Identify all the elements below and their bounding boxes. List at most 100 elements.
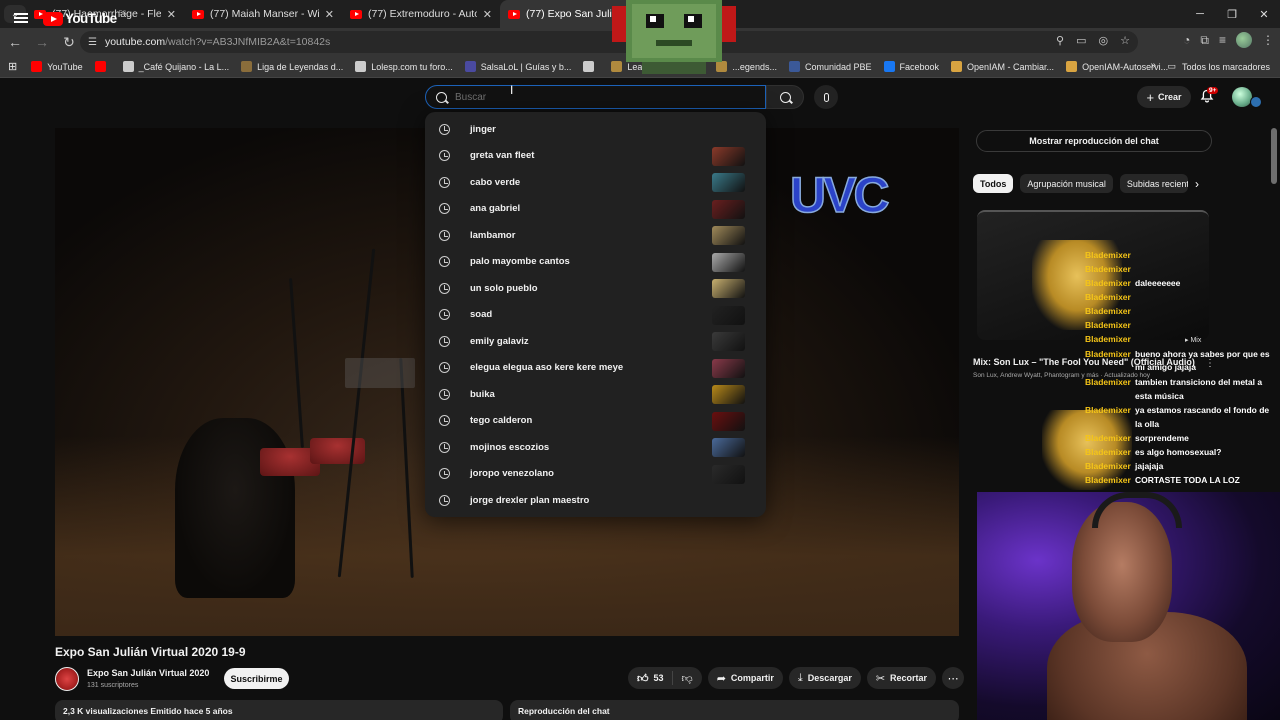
- history-icon: [439, 256, 450, 268]
- profile-avatar[interactable]: [1236, 32, 1252, 48]
- all-bookmarks[interactable]: ▭ Todos los marcadores: [1167, 61, 1270, 72]
- download-button[interactable]: ⤓ Descargar: [788, 667, 861, 689]
- bookmark-item[interactable]: [583, 61, 599, 72]
- chat-text: CORTASTE TODA LA LOZ: [1135, 475, 1240, 485]
- extensions-puzzle-icon[interactable]: ⧉: [1200, 33, 1209, 48]
- like-button[interactable]: 👍︎ 53: [628, 671, 673, 685]
- chip-recent[interactable]: Subidas recientes: [1119, 174, 1188, 193]
- address-bar[interactable]: ☰ youtube.com/watch?v=AB3JNfMIB2A&t=1084…: [80, 31, 1138, 53]
- close-tab-icon[interactable]: ✕: [325, 8, 334, 21]
- clip-button[interactable]: ✂ Recortar: [866, 667, 937, 689]
- bookmark-label: Liga de Leyendas d...: [257, 61, 344, 72]
- suggestion-thumbnail: [712, 385, 745, 404]
- media-controls-icon[interactable]: ≡: [1219, 33, 1226, 47]
- close-window-icon[interactable]: ✕: [1248, 0, 1280, 28]
- suggestion-item[interactable]: jorge drexler plan maestro: [425, 487, 766, 514]
- suggestion-item[interactable]: tego calderon: [425, 408, 766, 435]
- chevron-right-icon[interactable]: ›: [1195, 177, 1199, 191]
- chip-music-group[interactable]: Agrupación musical: [1020, 174, 1113, 193]
- suggestion-thumbnail: [712, 199, 745, 219]
- channel-name[interactable]: Expo San Julián Virtual 2020: [87, 668, 209, 678]
- cast-icon[interactable]: ▭: [1076, 34, 1086, 47]
- bookmark-item[interactable]: Facebook: [883, 61, 939, 72]
- close-tab-icon[interactable]: ✕: [483, 8, 492, 21]
- suggestion-item[interactable]: buika: [425, 381, 766, 408]
- scrollbar-thumb[interactable]: [1271, 128, 1277, 184]
- suggestion-item[interactable]: cabo verde: [425, 169, 766, 196]
- extension-icon[interactable]: ◔: [1183, 33, 1190, 47]
- menu-icon[interactable]: [14, 13, 28, 23]
- suggestion-item[interactable]: palo mayombe cantos: [425, 249, 766, 276]
- bookmark-item[interactable]: YouTube: [31, 61, 83, 72]
- bookmark-item[interactable]: SalsaLoL | Guías y b...: [464, 61, 571, 72]
- suggestion-item[interactable]: greta van fleet: [425, 143, 766, 170]
- chat-username: Blademixer: [1085, 447, 1131, 457]
- close-tab-icon[interactable]: ✕: [167, 8, 176, 21]
- minimize-icon[interactable]: ─: [1184, 0, 1216, 28]
- suggestion-text: greta van fleet: [470, 150, 535, 162]
- bookmark-item[interactable]: _Café Quijano - La L...: [122, 61, 229, 72]
- bookmark-item[interactable]: Lolesp.com tu foro...: [355, 61, 453, 72]
- zoom-icon[interactable]: ⚲: [1056, 34, 1064, 47]
- suggestion-item[interactable]: jinger: [425, 116, 766, 143]
- voice-search-button[interactable]: [814, 85, 838, 109]
- dislike-button[interactable]: 👎︎: [673, 672, 702, 685]
- account-avatar[interactable]: [1232, 87, 1252, 107]
- create-button[interactable]: + Crear: [1137, 86, 1191, 108]
- restore-icon[interactable]: ❐: [1216, 0, 1248, 28]
- like-count: 53: [653, 673, 664, 683]
- url-path: /watch?v=AB3JNfMIB2A&t=10842s: [165, 36, 331, 48]
- bookmark-favicon-icon: [31, 61, 43, 72]
- bookmark-favicon-icon: [355, 61, 367, 72]
- bookmark-item[interactable]: Liga de Leyendas d...: [241, 61, 343, 72]
- chat-message: Blademixer es algo homosexual?: [1085, 447, 1221, 457]
- forward-icon[interactable]: →: [30, 30, 54, 54]
- suggestion-item[interactable]: un solo pueblo: [425, 275, 766, 302]
- video-stand: [289, 278, 304, 448]
- bookmark-item[interactable]: Comunidad PBE: [788, 61, 872, 72]
- show-chat-replay-button[interactable]: Mostrar reproducción del chat: [976, 130, 1212, 152]
- suggestion-item[interactable]: mojinos escozios: [425, 434, 766, 461]
- suggestion-item[interactable]: emily galaviz: [425, 328, 766, 355]
- suggestion-thumbnail: [712, 305, 745, 325]
- back-icon[interactable]: ←: [3, 30, 27, 54]
- share-button[interactable]: ➦ Compartir: [707, 667, 783, 689]
- search-input[interactable]: [455, 91, 735, 103]
- suggestion-item[interactable]: ana gabriel: [425, 196, 766, 223]
- chat-text: esta música: [1135, 391, 1184, 401]
- youtube-favicon-icon: [192, 9, 204, 19]
- suggestion-item[interactable]: lambamor: [425, 222, 766, 249]
- subscribe-button[interactable]: Suscribirme: [224, 668, 289, 689]
- suggestion-item[interactable]: joropo venezolano: [425, 461, 766, 488]
- search-box[interactable]: [425, 85, 766, 109]
- apps-grid-icon[interactable]: ⊞: [8, 60, 17, 73]
- suggestion-item[interactable]: elegua elegua aso kere kere meye: [425, 355, 766, 382]
- suggestion-item[interactable]: soad: [425, 302, 766, 329]
- menu-dots-icon[interactable]: ⋮: [1262, 33, 1274, 47]
- more-actions-button[interactable]: ⋯: [942, 667, 965, 689]
- youtube-logo[interactable]: YouTube ES: [43, 11, 127, 26]
- bookmark-item[interactable]: OpenIAM - Cambiar...: [951, 61, 1054, 72]
- headphones-image: [1092, 492, 1182, 528]
- notifications-badge: 9+: [1207, 87, 1219, 94]
- channel-avatar[interactable]: [55, 667, 79, 691]
- download-label: Descargar: [807, 673, 852, 683]
- chip-all[interactable]: Todos: [973, 174, 1014, 193]
- browser-tab[interactable]: (77) Maiah Manser - With a Sm ✕: [184, 0, 342, 28]
- bookmark-item[interactable]: [94, 61, 111, 72]
- more-bookmarks-icon[interactable]: »: [1150, 60, 1156, 71]
- reload-icon[interactable]: ↻: [57, 30, 81, 54]
- youtube-favicon-icon: [350, 9, 362, 19]
- bookmark-star-icon[interactable]: ☆: [1120, 34, 1130, 47]
- eye-off-icon[interactable]: ◎: [1099, 34, 1109, 47]
- suggestion-thumbnail: [712, 332, 745, 351]
- search-button[interactable]: [766, 85, 804, 109]
- chat-replay-box[interactable]: Reproducción del chat: [510, 700, 959, 720]
- youtube-favicon-icon: [508, 9, 520, 19]
- description-box[interactable]: 2,3 K visualizaciones Emitido hace 5 año…: [55, 700, 503, 720]
- tab-title: (77) Maiah Manser - With a Sm: [210, 8, 319, 20]
- site-info-icon[interactable]: ☰: [88, 37, 97, 48]
- browser-tab[interactable]: (77) Extremoduro - Autorretrat ✕: [342, 0, 500, 28]
- more-options-icon[interactable]: ⋮: [1205, 358, 1215, 369]
- suggestion-thumbnail: [712, 438, 745, 457]
